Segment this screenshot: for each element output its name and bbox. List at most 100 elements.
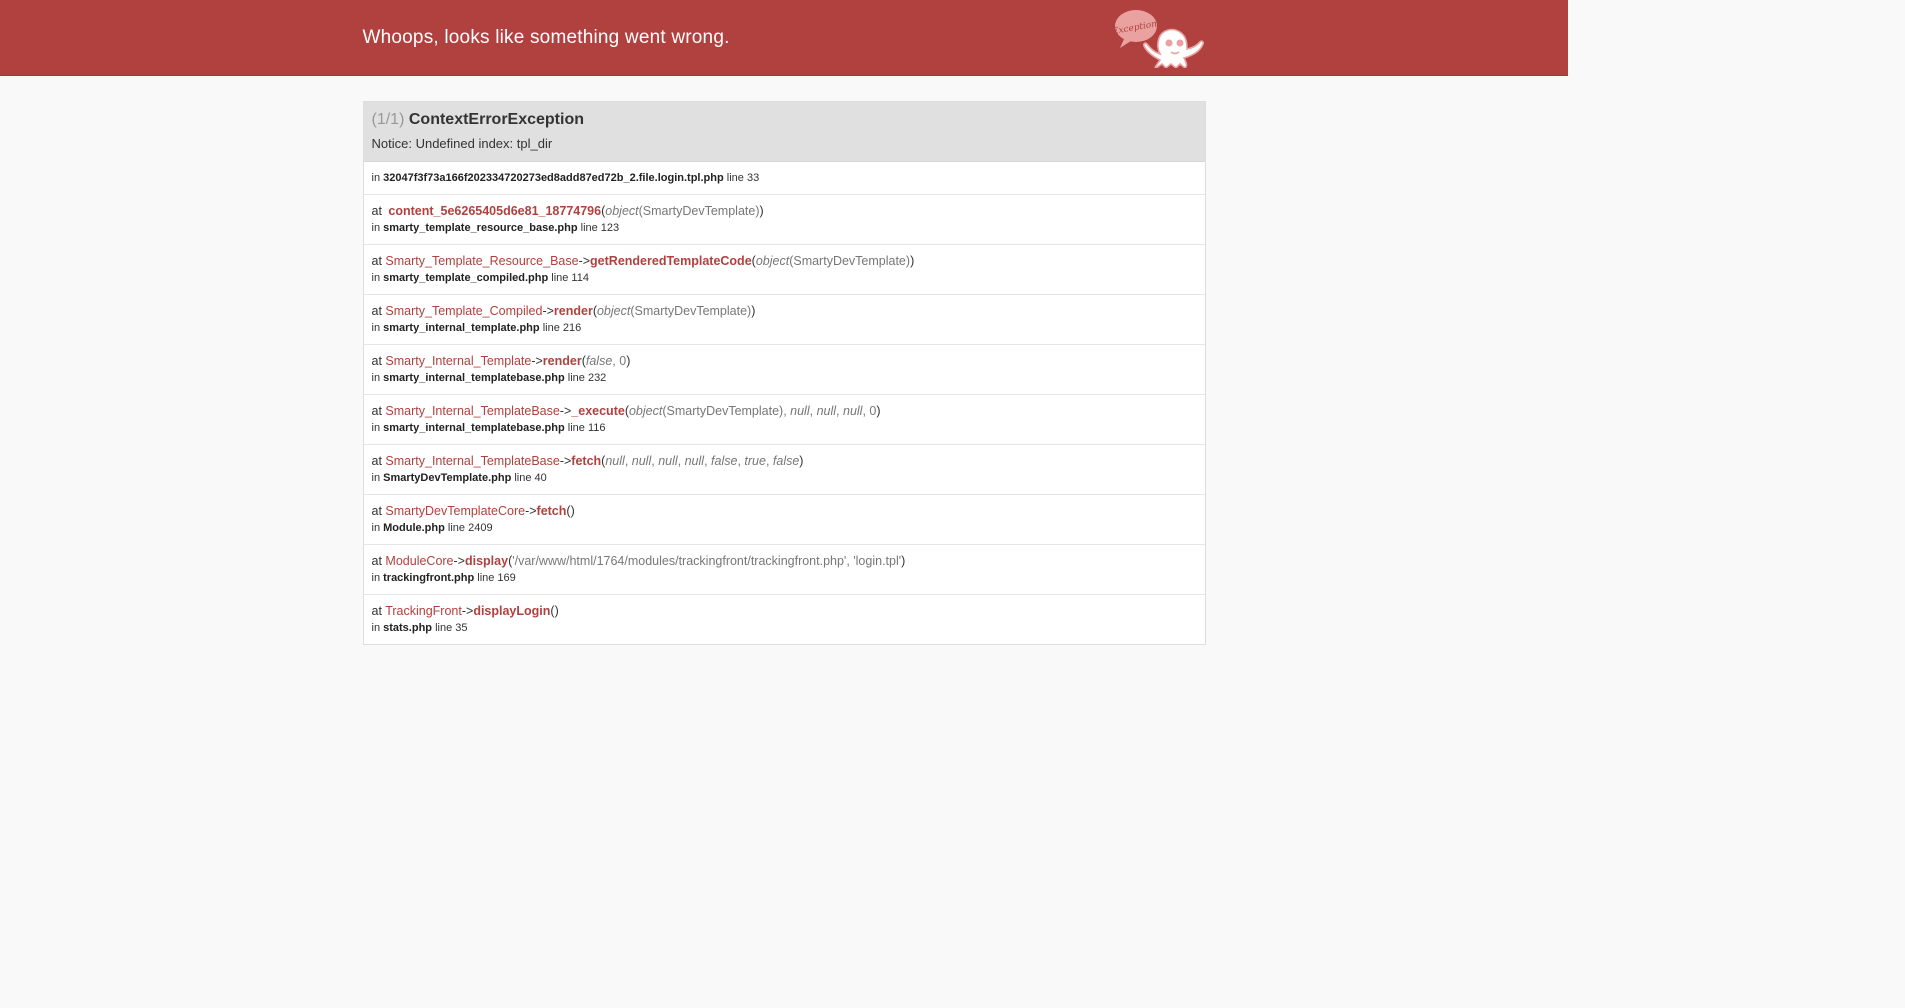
header-inner: Whoops, looks like something went wrong.… — [363, 0, 1206, 75]
trace-method: render — [553, 304, 593, 318]
trace-origin: in 32047f3f73a166f202334720273ed8add87ed… — [363, 162, 1205, 195]
close-paren: ) — [751, 304, 756, 318]
close-paren: ) — [799, 454, 804, 468]
trace-location: in smarty_template_resource_base.php lin… — [372, 220, 1197, 237]
trace-arrow: -> — [559, 454, 572, 468]
in-label: in — [371, 572, 381, 584]
in-label: in — [371, 472, 381, 484]
trace-item-4: at Smarty_Internal_Template->render(fals… — [363, 345, 1205, 395]
in-label: in — [371, 272, 381, 284]
trace-arrow: -> — [525, 504, 537, 518]
trace-file: stats.php — [383, 622, 433, 634]
trace-call: at Smarty_Internal_TemplateBase->fetch(n… — [372, 453, 1197, 470]
exception-class-name: ContextErrorException — [408, 111, 584, 128]
trace-call: at Smarty_Internal_TemplateBase->_execut… — [372, 403, 1197, 420]
trace-location: in SmartyDevTemplate.php line 40 — [372, 470, 1197, 487]
trace-method: getRenderedTemplateCode — [590, 254, 752, 268]
trace-location: in smarty_internal_templatebase.php line… — [372, 370, 1197, 387]
in-label: in — [371, 372, 381, 384]
trace-method: render — [542, 354, 582, 368]
trace-class: ModuleCore — [385, 554, 454, 568]
at-label: at — [371, 404, 382, 418]
trace-location: in smarty_template_compiled.php line 114 — [372, 270, 1197, 287]
in-label: in — [371, 222, 381, 234]
trace-arrow: -> — [578, 254, 591, 268]
trace-args: object(SmartyDevTemplate) — [755, 254, 911, 268]
trace-call: at content_5e6265405d6e81_18774796(objec… — [372, 203, 1197, 220]
trace-line: line 116 — [567, 422, 606, 434]
close-paren: ) — [910, 254, 915, 268]
exception-panel: (1/1) ContextErrorException Notice: Unde… — [362, 101, 1206, 645]
trace-call: at ModuleCore->display('/var/www/html/17… — [372, 553, 1197, 570]
trace-item-3: at Smarty_Template_Compiled->render(obje… — [363, 295, 1205, 345]
exception-message: Notice: Undefined index: tpl_dir — [371, 136, 553, 151]
trace-line: line 216 — [542, 322, 582, 334]
trace-file: trackingfront.php — [383, 572, 475, 584]
trace-item-2: at Smarty_Template_Resource_Base->getRen… — [363, 245, 1205, 295]
trace-call: at SmartyDevTemplateCore->fetch() — [372, 503, 1197, 520]
trace-args: object(SmartyDevTemplate) — [596, 304, 752, 318]
trace-line: line 35 — [435, 622, 468, 634]
in-label: in — [371, 522, 381, 534]
close-paren: ) — [554, 604, 559, 618]
close-paren: ) — [759, 204, 764, 218]
trace-location: in smarty_internal_template.php line 216 — [372, 320, 1197, 337]
trace-call: at Smarty_Template_Compiled->render(obje… — [372, 303, 1197, 320]
trace-class: SmartyDevTemplateCore — [385, 504, 526, 518]
trace-location: in Module.php line 2409 — [372, 520, 1197, 537]
close-paren: ) — [876, 404, 881, 418]
exception-title: (1/1) ContextErrorException — [372, 110, 1197, 130]
at-label: at — [371, 304, 382, 318]
at-label: at — [371, 354, 382, 368]
trace-line: line 169 — [477, 572, 516, 584]
trace-args: object(SmartyDevTemplate) — [605, 204, 760, 218]
trace-call: at Smarty_Template_Resource_Base->getRen… — [372, 253, 1197, 270]
trace-location: in smarty_internal_templatebase.php line… — [372, 420, 1197, 437]
trace-item-5: at Smarty_Internal_TemplateBase->_execut… — [363, 395, 1205, 445]
trace-file: smarty_template_compiled.php — [383, 272, 549, 284]
trace-class: Smarty_Template_Compiled — [385, 304, 543, 318]
at-label: at — [371, 554, 382, 568]
trace-method: _execute — [571, 404, 625, 418]
trace-item-1: at content_5e6265405d6e81_18774796(objec… — [363, 195, 1205, 245]
trace-file: smarty_internal_template.php — [383, 322, 540, 334]
trace-arrow: -> — [461, 604, 474, 618]
stack-trace-list: at content_5e6265405d6e81_18774796(objec… — [363, 195, 1205, 644]
trace-method: display — [464, 554, 509, 568]
at-label: at — [371, 204, 382, 218]
trace-call: at Smarty_Internal_Template->render(fals… — [372, 353, 1197, 370]
trace-location: in stats.php line 35 — [372, 620, 1197, 637]
at-label: at — [371, 504, 382, 518]
trace-item-8: at ModuleCore->display('/var/www/html/17… — [363, 545, 1205, 595]
trace-file: Module.php — [383, 522, 445, 534]
trace-method: content_5e6265405d6e81_18774796 — [388, 204, 602, 218]
trace-method: fetch — [571, 454, 602, 468]
close-paren: ) — [626, 354, 631, 368]
trace-args: null, null, null, null, false, true, fal… — [605, 454, 800, 468]
in-label: in — [371, 622, 381, 634]
trace-file: smarty_internal_templatebase.php — [383, 422, 565, 434]
trace-arrow: -> — [531, 354, 543, 368]
trace-method: displayLogin — [473, 604, 551, 618]
trace-location: in trackingfront.php line 169 — [372, 570, 1197, 587]
trace-line: line 33 — [726, 172, 760, 184]
trace-arrow: -> — [453, 554, 465, 568]
trace-file: smarty_template_resource_base.php — [383, 222, 578, 234]
exception-summary: (1/1) ContextErrorException Notice: Unde… — [363, 102, 1205, 162]
trace-method: fetch — [536, 504, 567, 518]
trace-file: SmartyDevTemplate.php — [383, 472, 512, 484]
trace-line: line 40 — [514, 472, 547, 484]
in-label: in — [371, 172, 381, 184]
at-label: at — [371, 604, 382, 618]
in-label: in — [371, 422, 381, 434]
trace-item-7: at SmartyDevTemplateCore->fetch() in Mod… — [363, 495, 1205, 545]
close-paren: ) — [901, 554, 906, 568]
trace-arrow: -> — [559, 404, 572, 418]
close-paren: ) — [570, 504, 575, 518]
trace-item-9: at TrackingFront->displayLogin() in stat… — [364, 595, 1205, 644]
trace-file: 32047f3f73a166f202334720273ed8add87ed72b… — [383, 172, 724, 184]
trace-file: smarty_internal_templatebase.php — [383, 372, 565, 384]
trace-arrow: -> — [542, 304, 554, 318]
error-header: Whoops, looks like something went wrong.… — [0, 0, 1568, 76]
trace-args: object(SmartyDevTemplate), null, null, n… — [628, 404, 877, 418]
